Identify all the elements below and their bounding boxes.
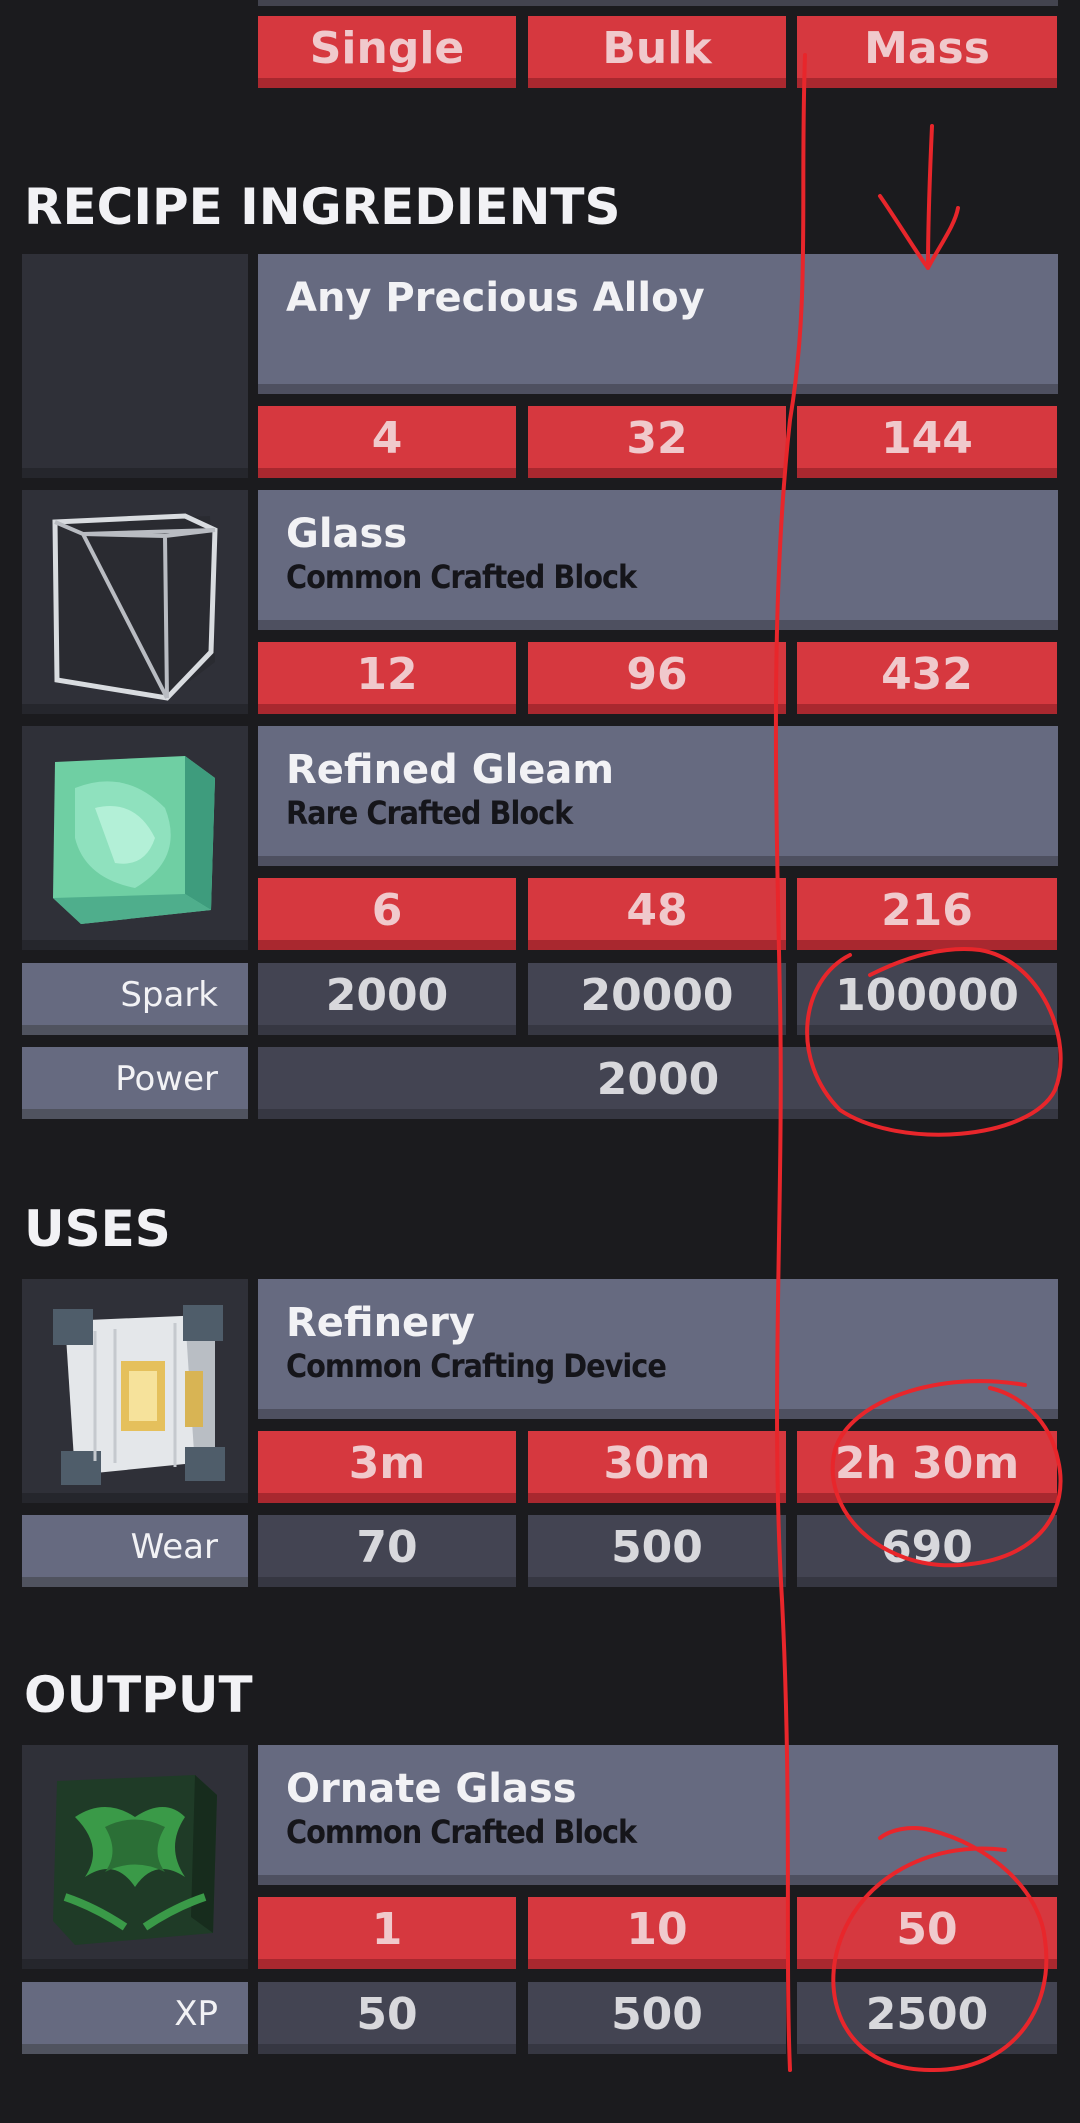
device-subtitle: Common Crafting Device (286, 1347, 667, 1385)
wear-single: 70 (258, 1515, 516, 1587)
ingredient-name-box[interactable]: Any Precious Alloy (258, 254, 1058, 394)
ingredient-name: Refined Gleam (286, 747, 615, 793)
ingredient-qty-bulk: 96 (528, 642, 786, 714)
spark-label: Spark (22, 963, 248, 1035)
device-name: Refinery (286, 1300, 475, 1346)
time-single: 3m (258, 1431, 516, 1503)
down-arrow-annotation (878, 124, 960, 270)
ornate-glass-icon (22, 1745, 248, 1969)
power-label: Power (22, 1047, 248, 1119)
output-qty-bulk: 10 (528, 1897, 786, 1969)
xp-mass: 2500 (797, 1982, 1057, 2054)
output-heading: OUTPUT (24, 1666, 253, 1724)
ingredient-name-box[interactable]: Refined Gleam Rare Crafted Block (258, 726, 1058, 866)
ingredient-qty-single: 12 (258, 642, 516, 714)
ingredient-qty-bulk: 32 (528, 406, 786, 478)
empty-slot-icon (22, 254, 248, 478)
recipe-ingredients-heading: RECIPE INGREDIENTS (24, 178, 621, 236)
wear-bulk: 500 (528, 1515, 786, 1587)
output-subtitle: Common Crafted Block (286, 1813, 637, 1851)
top-strip (258, 0, 1058, 6)
tab-bulk[interactable]: Bulk (528, 16, 786, 88)
gleam-block-icon (22, 726, 248, 950)
refinery-icon (22, 1279, 248, 1503)
time-mass: 2h 30m (797, 1431, 1057, 1503)
glass-block-icon (22, 490, 248, 714)
tab-mass[interactable]: Mass (797, 16, 1057, 88)
xp-label: XP (22, 1982, 248, 2054)
tab-single[interactable]: Single (258, 16, 516, 88)
xp-single: 50 (258, 1982, 516, 2054)
spark-mass: 100000 (797, 963, 1057, 1035)
spark-bulk: 20000 (528, 963, 786, 1035)
output-qty-mass: 50 (797, 1897, 1057, 1969)
output-name-box[interactable]: Ornate Glass Common Crafted Block (258, 1745, 1058, 1885)
wear-label: Wear (22, 1515, 248, 1587)
power-value: 2000 (258, 1047, 1058, 1119)
ingredient-qty-mass: 144 (797, 406, 1057, 478)
spark-single: 2000 (258, 963, 516, 1035)
ingredient-qty-mass: 216 (797, 878, 1057, 950)
ingredient-name: Glass (286, 511, 408, 557)
output-name: Ornate Glass (286, 1766, 577, 1812)
ingredient-subtitle: Rare Crafted Block (286, 794, 573, 832)
device-name-box[interactable]: Refinery Common Crafting Device (258, 1279, 1058, 1419)
ingredient-subtitle: Common Crafted Block (286, 558, 637, 596)
time-bulk: 30m (528, 1431, 786, 1503)
ingredient-name: Any Precious Alloy (286, 275, 705, 321)
ingredient-qty-single: 6 (258, 878, 516, 950)
wear-mass: 690 (797, 1515, 1057, 1587)
uses-heading: USES (24, 1200, 171, 1258)
ingredient-qty-mass: 432 (797, 642, 1057, 714)
ingredient-name-box[interactable]: Glass Common Crafted Block (258, 490, 1058, 630)
ingredient-qty-bulk: 48 (528, 878, 786, 950)
output-qty-single: 1 (258, 1897, 516, 1969)
ingredient-qty-single: 4 (258, 406, 516, 478)
xp-bulk: 500 (528, 1982, 786, 2054)
